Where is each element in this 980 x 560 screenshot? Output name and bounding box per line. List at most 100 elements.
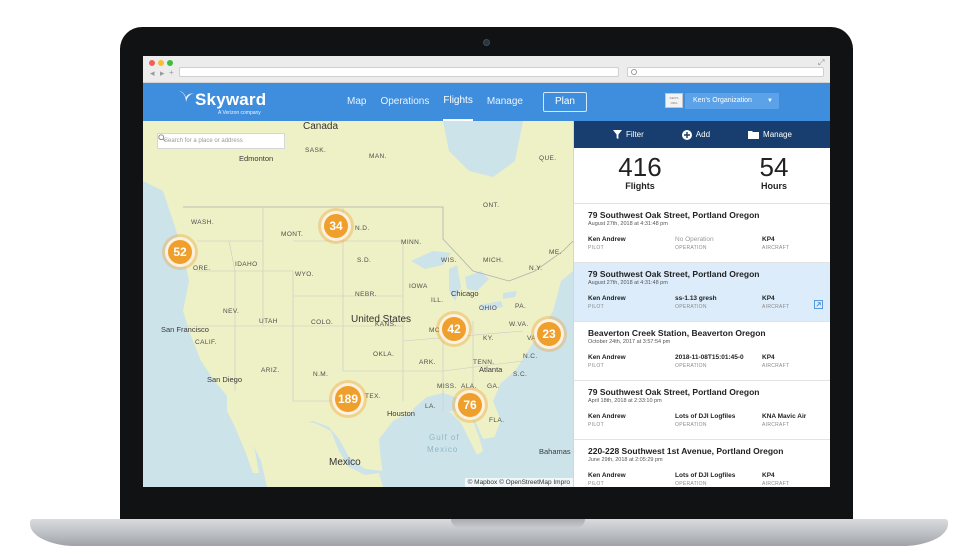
organization-name: Ken's Organization — [693, 97, 752, 104]
add-icon — [681, 129, 692, 140]
flight-operation: 2018-11-08T15:01:45-0 — [675, 354, 744, 361]
map-label-idaho: IDAHO — [235, 261, 258, 268]
map-label-sc: S.C. — [513, 371, 528, 378]
aircraft-label: AIRCRAFT — [762, 363, 790, 369]
map-label-ill: ILL. — [431, 297, 444, 304]
flight-aircraft: KNA Mavic Air — [762, 413, 807, 420]
flight-operation: ss-1.13 gresh — [675, 295, 717, 302]
flight-operation: Lots of DJI Logfiles — [675, 413, 736, 420]
search-icon — [631, 69, 637, 75]
filter-label: Filter — [626, 130, 644, 139]
map-label-wash: WASH. — [191, 219, 215, 226]
flight-date: October 24th, 2017 at 3:57:54 pm — [588, 339, 671, 345]
map-city-edmonton: Edmonton — [239, 154, 274, 163]
minimize-window-button[interactable] — [158, 60, 164, 66]
flight-list-item-selected[interactable]: 79 Southwest Oak Street, Portland Oregon… — [574, 263, 830, 322]
address-bar[interactable] — [179, 67, 619, 77]
back-arrow-icon[interactable]: ◂ — [150, 68, 155, 78]
map[interactable]: Search for a place or address Canada SAS… — [143, 121, 573, 487]
map-search-placeholder: Search for a place or address — [164, 138, 243, 144]
map-label-ont: ONT. — [483, 202, 500, 209]
brand-subtitle: A Verizon company — [218, 110, 261, 116]
flight-pilot: Ken Andrew — [588, 472, 626, 479]
fullscreen-icon[interactable]: ⤢ — [818, 58, 824, 68]
manage-button[interactable]: Manage — [748, 130, 792, 139]
aircraft-label: AIRCRAFT — [762, 245, 790, 251]
map-cluster-marker[interactable]: 189 — [332, 383, 364, 415]
flight-list-item[interactable]: Beaverton Creek Station, Beaverton Orego… — [574, 322, 830, 381]
pilot-label: PILOT — [588, 245, 604, 251]
folder-icon — [748, 131, 760, 139]
map-label-sd: S.D. — [357, 257, 372, 264]
pilot-label: PILOT — [588, 422, 604, 428]
add-tab-icon[interactable]: + — [169, 68, 174, 78]
aircraft-label: AIRCRAFT — [762, 422, 790, 428]
map-label-ohio: OHIO — [479, 305, 498, 312]
forward-arrow-icon[interactable]: ▸ — [160, 68, 165, 78]
chevron-down-icon: ▼ — [767, 98, 773, 104]
flight-title: 79 Southwest Oak Street, Portland Oregon — [588, 387, 760, 397]
map-label-calif: CALIF. — [195, 339, 217, 346]
operation-label: OPERATION — [675, 422, 707, 428]
map-cluster-marker[interactable]: 34 — [321, 211, 351, 241]
nav-operations[interactable]: Operations — [380, 83, 429, 121]
brand-name: Skyward — [195, 90, 267, 109]
map-city-san-diego: San Diego — [207, 375, 243, 384]
map-cluster-marker[interactable]: 23 — [534, 319, 564, 349]
map-label-colo: COLO. — [311, 319, 334, 326]
close-window-button[interactable] — [149, 60, 155, 66]
org-avatar: KEN'S ORG — [665, 93, 683, 108]
pilot-label: PILOT — [588, 481, 604, 487]
map-search-input[interactable]: Search for a place or address — [157, 133, 285, 149]
map-attribution[interactable]: © Mapbox © OpenStreetMap Impro — [464, 478, 573, 487]
screen: ◂ ▸ + ⤢ Skyward A Verizon company Map Op… — [143, 56, 830, 487]
flight-date: April 18th, 2018 at 2:33:10 pm — [588, 398, 662, 404]
flight-list: 79 Southwest Oak Street, Portland Oregon… — [574, 204, 830, 487]
map-cluster-marker[interactable]: 76 — [455, 390, 485, 420]
flight-pilot: Ken Andrew — [588, 236, 626, 243]
map-label-gulf-line1: Gulf of — [429, 433, 460, 442]
laptop-base — [30, 519, 948, 546]
flight-list-item[interactable]: 79 Southwest Oak Street, Portland Oregon… — [574, 381, 830, 440]
map-label-minn: MINN. — [401, 239, 422, 246]
flight-list-item[interactable]: 79 Southwest Oak Street, Portland Oregon… — [574, 204, 830, 263]
map-cluster-marker[interactable]: 42 — [439, 314, 469, 344]
plan-button[interactable]: Plan — [542, 92, 587, 112]
browser-search-bar[interactable] — [627, 67, 824, 77]
flight-title: 79 Southwest Oak Street, Portland Oregon — [588, 210, 760, 220]
map-label-nm: N.M. — [313, 371, 329, 378]
flight-list-item[interactable]: 220-228 Southwest 1st Avenue, Portland O… — [574, 440, 830, 487]
map-label-utah: UTAH — [259, 318, 278, 325]
panel-toolbar: Filter Add Manage — [574, 121, 830, 148]
map-label-ore: ORE. — [193, 265, 211, 272]
laptop-notch — [451, 519, 585, 528]
nav-map[interactable]: Map — [347, 83, 366, 121]
map-city-chicago: Chicago — [451, 289, 479, 298]
filter-button[interactable]: Filter — [613, 130, 644, 139]
flight-aircraft: KP4 — [762, 354, 775, 361]
map-label-mont: MONT. — [281, 231, 304, 238]
nav-flights[interactable]: Flights — [443, 83, 473, 121]
map-label-wva: W.VA. — [509, 321, 529, 328]
operation-label: OPERATION — [675, 245, 707, 251]
map-label-canada: Canada — [303, 121, 339, 132]
map-label-iowa: IOWA — [409, 283, 428, 290]
nav-manage[interactable]: Manage — [487, 83, 523, 121]
map-label-mich: MICH. — [483, 257, 504, 264]
map-label-ga: GA. — [487, 383, 500, 390]
organization-select[interactable]: Ken's Organization ▼ — [685, 93, 779, 109]
camera-icon — [483, 39, 490, 46]
operation-label: OPERATION — [675, 304, 707, 310]
flights-stat: 416 Flights — [580, 153, 700, 191]
zoom-window-button[interactable] — [167, 60, 173, 66]
flight-date: June 29th, 2018 at 2:05:29 pm — [588, 457, 663, 463]
map-label-wyo: WYO. — [295, 271, 314, 278]
flight-title: Beaverton Creek Station, Beaverton Orego… — [588, 328, 766, 338]
map-canvas — [143, 121, 573, 487]
main-nav: Map Operations Flights Manage Plan — [347, 83, 587, 121]
add-button[interactable]: Add — [681, 129, 710, 140]
map-label-gulf-line2: Mexico — [427, 445, 459, 454]
map-cluster-marker[interactable]: 52 — [165, 237, 195, 267]
pilot-label: PILOT — [588, 304, 604, 310]
open-external-icon[interactable] — [814, 300, 823, 309]
